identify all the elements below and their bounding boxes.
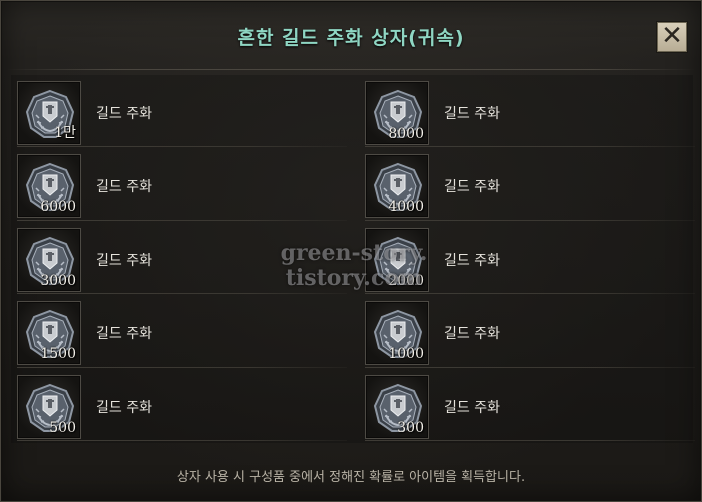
item-quantity: 6000 [40,199,76,216]
item-slot[interactable]: 8000 [365,81,429,145]
item-slot[interactable]: 300 [365,374,429,439]
item-quantity: 4000 [388,199,424,216]
reward-row: 2000 길드 주화 [365,226,695,299]
item-name: 길드 주화 [96,252,152,269]
item-slot[interactable]: 1000 [365,301,429,366]
item-name: 길드 주화 [444,252,500,269]
reward-row: 4000 길드 주화 [365,152,695,225]
item-slot[interactable]: 4000 [365,154,429,219]
item-quantity: 1500 [40,346,76,363]
reward-row: 6000 길드 주화 [17,152,347,225]
close-button[interactable]: ✕ [657,22,687,52]
close-icon: ✕ [661,21,683,51]
window-title: 흔한 길드 주화 상자(귀속) [237,27,465,49]
item-quantity: 500 [49,419,76,436]
item-name: 길드 주화 [96,179,152,196]
item-name: 길드 주화 [96,326,152,343]
item-slot[interactable]: 6000 [17,154,81,219]
reward-row: 3000 길드 주화 [17,226,347,299]
item-name: 길드 주화 [444,399,500,416]
reward-list-left: 1만 길드 주화 6000 길드 주화 3000 길드 주화 1500 길드 주… [17,79,347,446]
reward-row: 8000 길드 주화 [365,79,695,152]
reward-row: 500 길드 주화 [17,373,347,446]
item-name: 길드 주화 [444,326,500,343]
item-quantity: 3000 [40,272,76,289]
footer-note: 상자 사용 시 구성품 중에서 정해진 확률로 아이템을 획득합니다. [176,470,526,485]
item-slot[interactable]: 1만 [17,81,81,145]
reward-list-right: 8000 길드 주화 4000 길드 주화 2000 길드 주화 1000 길드… [365,79,695,446]
item-quantity: 300 [397,419,424,436]
item-name: 길드 주화 [444,179,500,196]
item-quantity: 1000 [388,346,424,363]
item-name: 길드 주화 [96,399,152,416]
item-quantity: 2000 [388,272,424,289]
title-divider [7,69,695,70]
reward-row: 1000 길드 주화 [365,299,695,372]
item-slot[interactable]: 2000 [365,227,429,292]
item-slot[interactable]: 500 [17,374,81,439]
reward-row: 1500 길드 주화 [17,299,347,372]
item-slot[interactable]: 3000 [17,227,81,292]
reward-row: 300 길드 주화 [365,373,695,446]
reward-row: 1만 길드 주화 [17,79,347,152]
coin-box-window: 흔한 길드 주화 상자(귀속) ✕ 1만 길드 주화 6000 길드 주화 30… [0,0,702,502]
item-name: 길드 주화 [444,106,500,122]
item-slot[interactable]: 1500 [17,301,81,366]
item-quantity: 8000 [388,126,424,142]
item-quantity: 1만 [54,125,76,141]
item-name: 길드 주화 [96,106,152,122]
